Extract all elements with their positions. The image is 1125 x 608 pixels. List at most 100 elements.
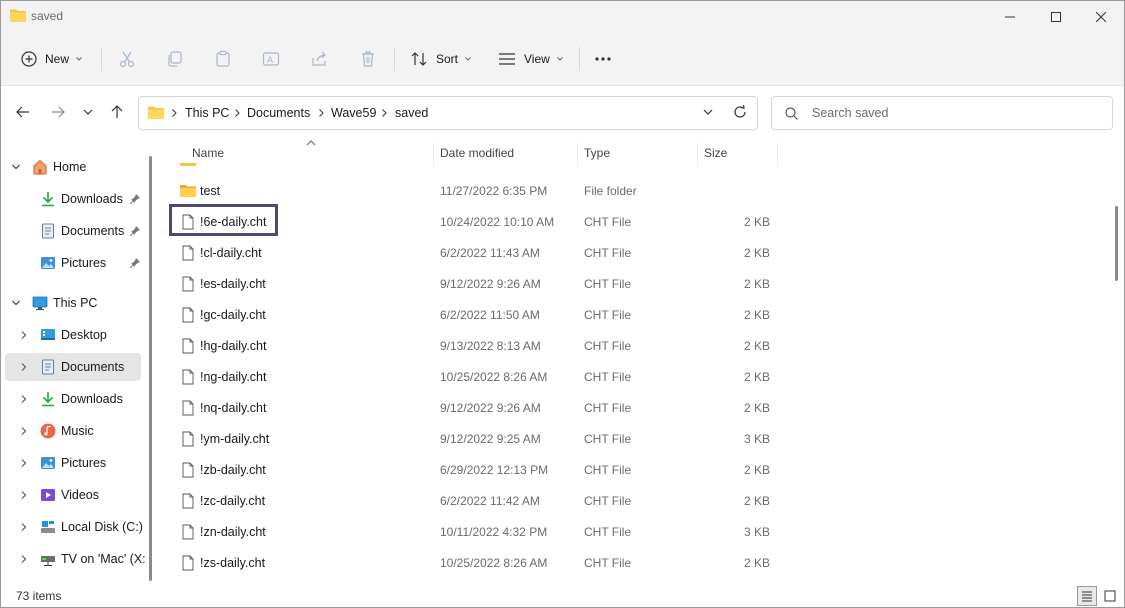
- column-divider[interactable]: [433, 143, 434, 165]
- breadcrumb-saved[interactable]: saved: [395, 97, 428, 129]
- nav-scrollbar[interactable]: [149, 156, 152, 581]
- nav-item-videos[interactable]: Videos: [5, 481, 141, 509]
- file-date-modified: 10/24/2022 10:10 AM: [440, 215, 555, 229]
- file-explorer-window: saved New A Sort View This PC Documents …: [0, 0, 1125, 608]
- chevron-right-icon[interactable]: [20, 395, 28, 403]
- nav-item-home[interactable]: Home: [5, 153, 141, 181]
- nav-item-pictures-pinned[interactable]: Pictures: [5, 249, 141, 277]
- chevron-right-icon[interactable]: [20, 363, 28, 371]
- file-icon: [182, 555, 194, 571]
- nav-item-network-drive[interactable]: TV on 'Mac' (X:: [5, 545, 146, 573]
- sort-button[interactable]: Sort: [410, 43, 471, 75]
- address-history-dropdown-icon[interactable]: [703, 108, 713, 116]
- large-icons-view-button[interactable]: [1100, 586, 1120, 606]
- home-icon: [32, 159, 48, 175]
- file-row[interactable]: !6e-daily.cht 10/24/2022 10:10 AM CHT File…: [161, 204, 781, 238]
- maximize-icon: [1051, 12, 1061, 22]
- column-header-date[interactable]: Date modified: [440, 139, 514, 167]
- nav-item-downloads[interactable]: Downloads: [5, 385, 141, 413]
- file-type: CHT File: [584, 525, 632, 539]
- toolbar-divider: [394, 47, 395, 71]
- window-title: saved: [31, 9, 64, 23]
- chevron-down-icon[interactable]: [12, 163, 20, 171]
- file-row[interactable]: !zc-daily.cht 6/2/2022 11:42 AM CHT File 2 …: [161, 486, 781, 517]
- nav-item-this-pc[interactable]: This PC: [5, 289, 141, 317]
- nav-item-documents-pinned[interactable]: Documents: [5, 217, 141, 245]
- file-name: !es-daily.cht: [200, 277, 266, 291]
- column-divider[interactable]: [577, 143, 578, 165]
- search-box[interactable]: Search saved: [771, 96, 1113, 130]
- nav-item-label: Documents: [61, 224, 125, 238]
- refresh-icon[interactable]: [733, 105, 747, 119]
- file-icon: [182, 462, 194, 478]
- sort-button-label: Sort: [436, 52, 459, 66]
- file-row[interactable]: !zs-daily.cht 10/25/2022 8:26 AM CHT File 2…: [161, 548, 781, 579]
- forward-button[interactable]: [45, 99, 71, 125]
- folder-row[interactable]: test 11/27/2022 6:35 PM File folder: [161, 176, 781, 207]
- file-list-scrollbar[interactable]: [1115, 206, 1118, 281]
- address-bar[interactable]: This PC Documents Wave59 saved: [138, 96, 758, 130]
- file-row[interactable]: !ng-daily.cht 10/25/2022 8:26 AM CHT File 2…: [161, 362, 781, 393]
- file-row[interactable]: !es-daily.cht 9/12/2022 9:26 AM CHT File 2 …: [161, 269, 781, 300]
- nav-item-desktop[interactable]: Desktop: [5, 321, 141, 349]
- nav-item-label: Home: [53, 160, 87, 174]
- file-size: 2 KB: [743, 463, 770, 477]
- file-name: !zs-daily.cht: [200, 556, 266, 570]
- file-row[interactable]: !nq-daily.cht 9/12/2022 9:26 AM CHT File 2 …: [161, 393, 781, 424]
- rename-button[interactable]: A: [259, 47, 283, 71]
- minimize-button[interactable]: [987, 1, 1033, 33]
- nav-item-downloads-pinned[interactable]: Downloads: [5, 185, 141, 213]
- nav-item-documents[interactable]: Documents: [5, 353, 141, 381]
- chevron-right-icon[interactable]: [20, 555, 28, 563]
- close-button[interactable]: [1078, 1, 1124, 33]
- up-button[interactable]: [104, 99, 130, 125]
- nav-item-pictures[interactable]: Pictures: [5, 449, 141, 477]
- document-icon: [40, 223, 56, 239]
- maximize-button[interactable]: [1033, 1, 1079, 33]
- file-row[interactable]: !zn-daily.cht 10/11/2022 4:32 PM CHT File 3…: [161, 517, 781, 548]
- breadcrumb-wave59[interactable]: Wave59: [331, 97, 376, 129]
- cut-button[interactable]: [115, 47, 139, 71]
- recent-locations-button[interactable]: [75, 99, 101, 125]
- breadcrumb-this-pc[interactable]: This PC: [185, 97, 229, 129]
- nav-item-label: Local Disk (C:): [61, 520, 143, 534]
- file-date-modified: 9/13/2022 8:13 AM: [440, 339, 541, 353]
- file-row[interactable]: !zb-daily.cht 6/29/2022 12:13 PM CHT File 2…: [161, 455, 781, 486]
- details-view-button[interactable]: [1077, 586, 1097, 606]
- breadcrumb-documents[interactable]: Documents: [247, 97, 310, 129]
- delete-button[interactable]: [356, 47, 380, 71]
- nav-item-local-disk[interactable]: Local Disk (C:): [5, 513, 143, 541]
- paste-button[interactable]: [211, 47, 235, 71]
- file-type: CHT File: [584, 463, 632, 477]
- download-arrow-icon: [40, 191, 56, 207]
- column-divider[interactable]: [697, 143, 698, 165]
- column-divider[interactable]: [777, 143, 778, 165]
- file-name: !zn-daily.cht: [200, 525, 266, 539]
- title-bar[interactable]: saved: [1, 1, 1124, 33]
- more-options-button[interactable]: [591, 47, 615, 71]
- file-icon: [182, 245, 194, 261]
- back-button[interactable]: [10, 99, 36, 125]
- file-list: Name Date modified Type Size test 11/27/2…: [161, 139, 1111, 585]
- sort-icon: [411, 52, 427, 66]
- chevron-right-icon[interactable]: [20, 523, 28, 531]
- column-header-type[interactable]: Type: [584, 139, 610, 167]
- document-icon: [40, 359, 56, 375]
- column-header-name[interactable]: Name: [192, 139, 224, 167]
- chevron-right-icon[interactable]: [20, 459, 28, 467]
- file-row[interactable]: !hg-daily.cht 9/13/2022 8:13 AM CHT File 2 …: [161, 331, 781, 362]
- nav-item-music[interactable]: Music: [5, 417, 141, 445]
- new-button[interactable]: New: [21, 43, 82, 75]
- column-header-size[interactable]: Size: [704, 139, 727, 167]
- chevron-right-icon[interactable]: [20, 427, 28, 435]
- share-button[interactable]: [307, 47, 331, 71]
- file-row[interactable]: !gc-daily.cht 6/2/2022 11:50 AM CHT File 2 …: [161, 300, 781, 331]
- view-button[interactable]: View: [498, 43, 563, 75]
- file-row[interactable]: !cl-daily.cht 6/2/2022 11:43 AM CHT File 2 …: [161, 238, 781, 269]
- chevron-right-icon[interactable]: [20, 491, 28, 499]
- chevron-right-icon[interactable]: [20, 331, 28, 339]
- chevron-down-icon[interactable]: [12, 299, 20, 307]
- file-row[interactable]: !ym-daily.cht 9/12/2022 9:25 AM CHT File 3 …: [161, 424, 781, 455]
- file-size: 2 KB: [743, 556, 770, 570]
- copy-button[interactable]: [163, 47, 187, 71]
